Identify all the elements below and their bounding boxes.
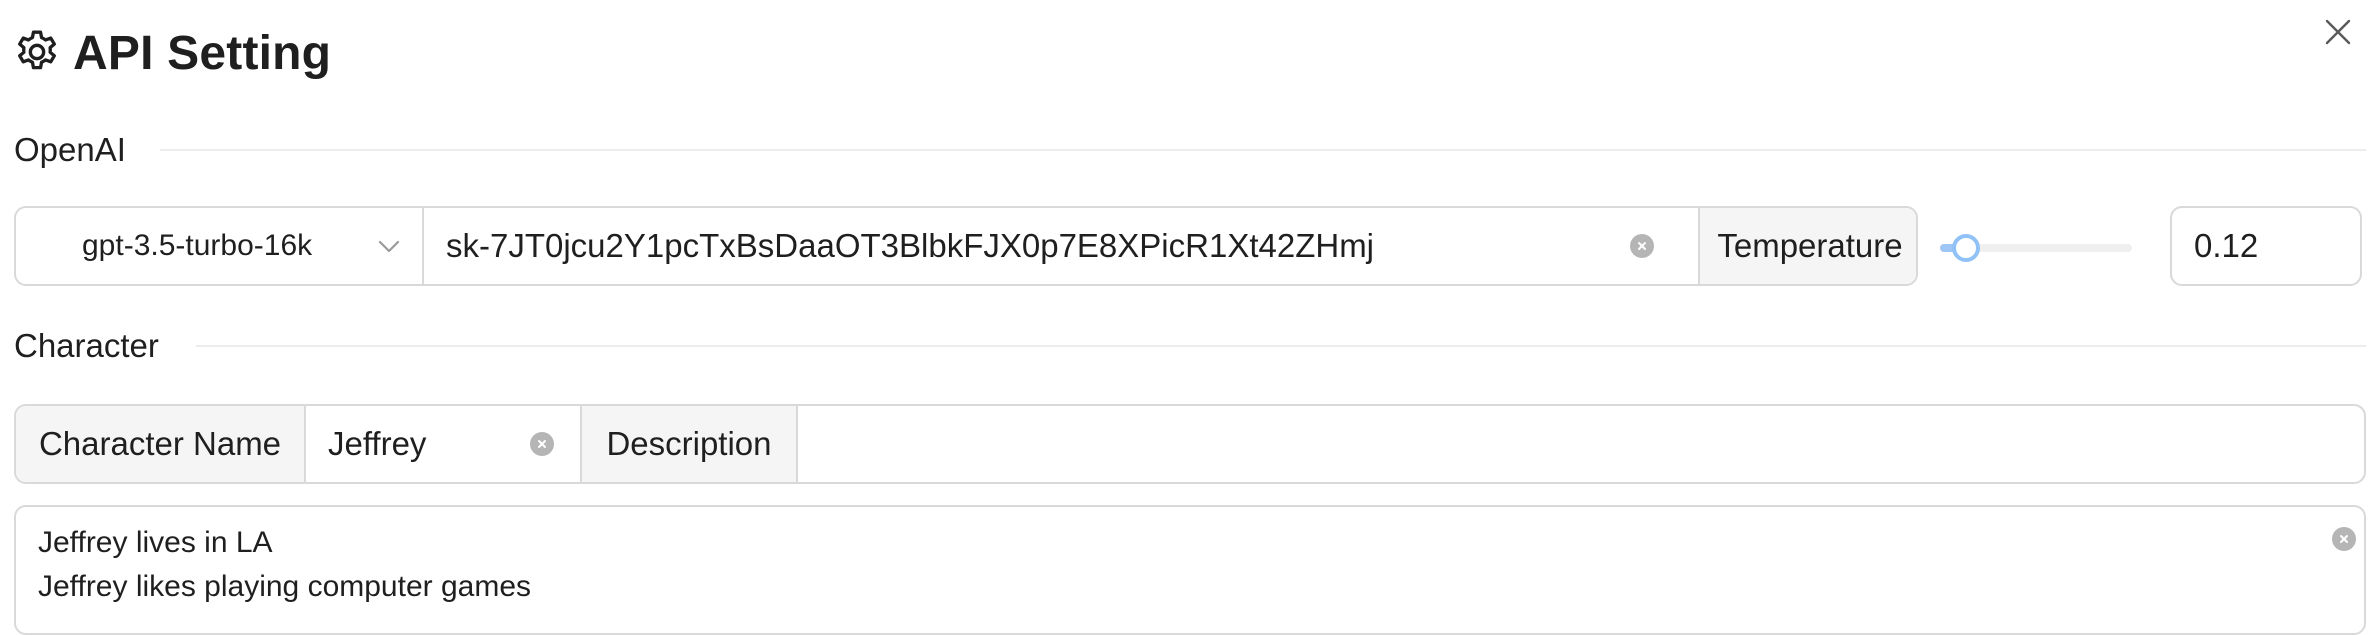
section-label-openai: OpenAI	[14, 131, 126, 168]
clear-api-key-icon[interactable]	[1630, 234, 1654, 258]
openai-input-group: gpt-3.5-turbo-16k sk-7JT0jcu2Y1pcTxBsDaa…	[14, 206, 1918, 286]
api-key-value: sk-7JT0jcu2Y1pcTxBsDaaOT3BlbkFJX0p7E8XPi…	[446, 227, 1375, 264]
model-select[interactable]: gpt-3.5-turbo-16k	[16, 208, 422, 284]
dialog-title: API Setting	[73, 27, 332, 80]
character-input-group: Character Name Jeffrey Description	[14, 404, 2366, 484]
clear-character-name-icon[interactable]	[530, 432, 554, 456]
character-name-value: Jeffrey	[328, 425, 427, 462]
description-input[interactable]	[796, 406, 2364, 482]
chevron-down-icon	[378, 240, 400, 253]
character-details-textarea[interactable]: Jeffrey lives in LA Jeffrey likes playin…	[14, 505, 2366, 635]
section-label-character: Character	[14, 327, 159, 364]
character-name-input[interactable]: Jeffrey	[304, 406, 580, 482]
temperature-value: 0.12	[2194, 227, 2259, 264]
temperature-number-input[interactable]: 0.12	[2170, 206, 2362, 286]
model-select-value: gpt-3.5-turbo-16k	[82, 229, 313, 262]
api-key-input[interactable]: sk-7JT0jcu2Y1pcTxBsDaaOT3BlbkFJX0p7E8XPi…	[422, 208, 1698, 284]
character-name-label: Character Name	[16, 406, 304, 482]
gear-icon	[18, 30, 56, 70]
close-icon[interactable]	[2318, 12, 2358, 52]
textarea-line: Jeffrey lives in LA	[38, 526, 273, 559]
temperature-slider-handle[interactable]	[1952, 234, 1980, 262]
section-divider	[160, 149, 2366, 151]
description-label: Description	[580, 406, 796, 482]
textarea-line: Jeffrey likes playing computer games	[38, 570, 532, 603]
section-divider	[196, 345, 2366, 347]
clear-details-icon[interactable]	[2332, 527, 2356, 551]
temperature-label: Temperature	[1698, 208, 1916, 284]
